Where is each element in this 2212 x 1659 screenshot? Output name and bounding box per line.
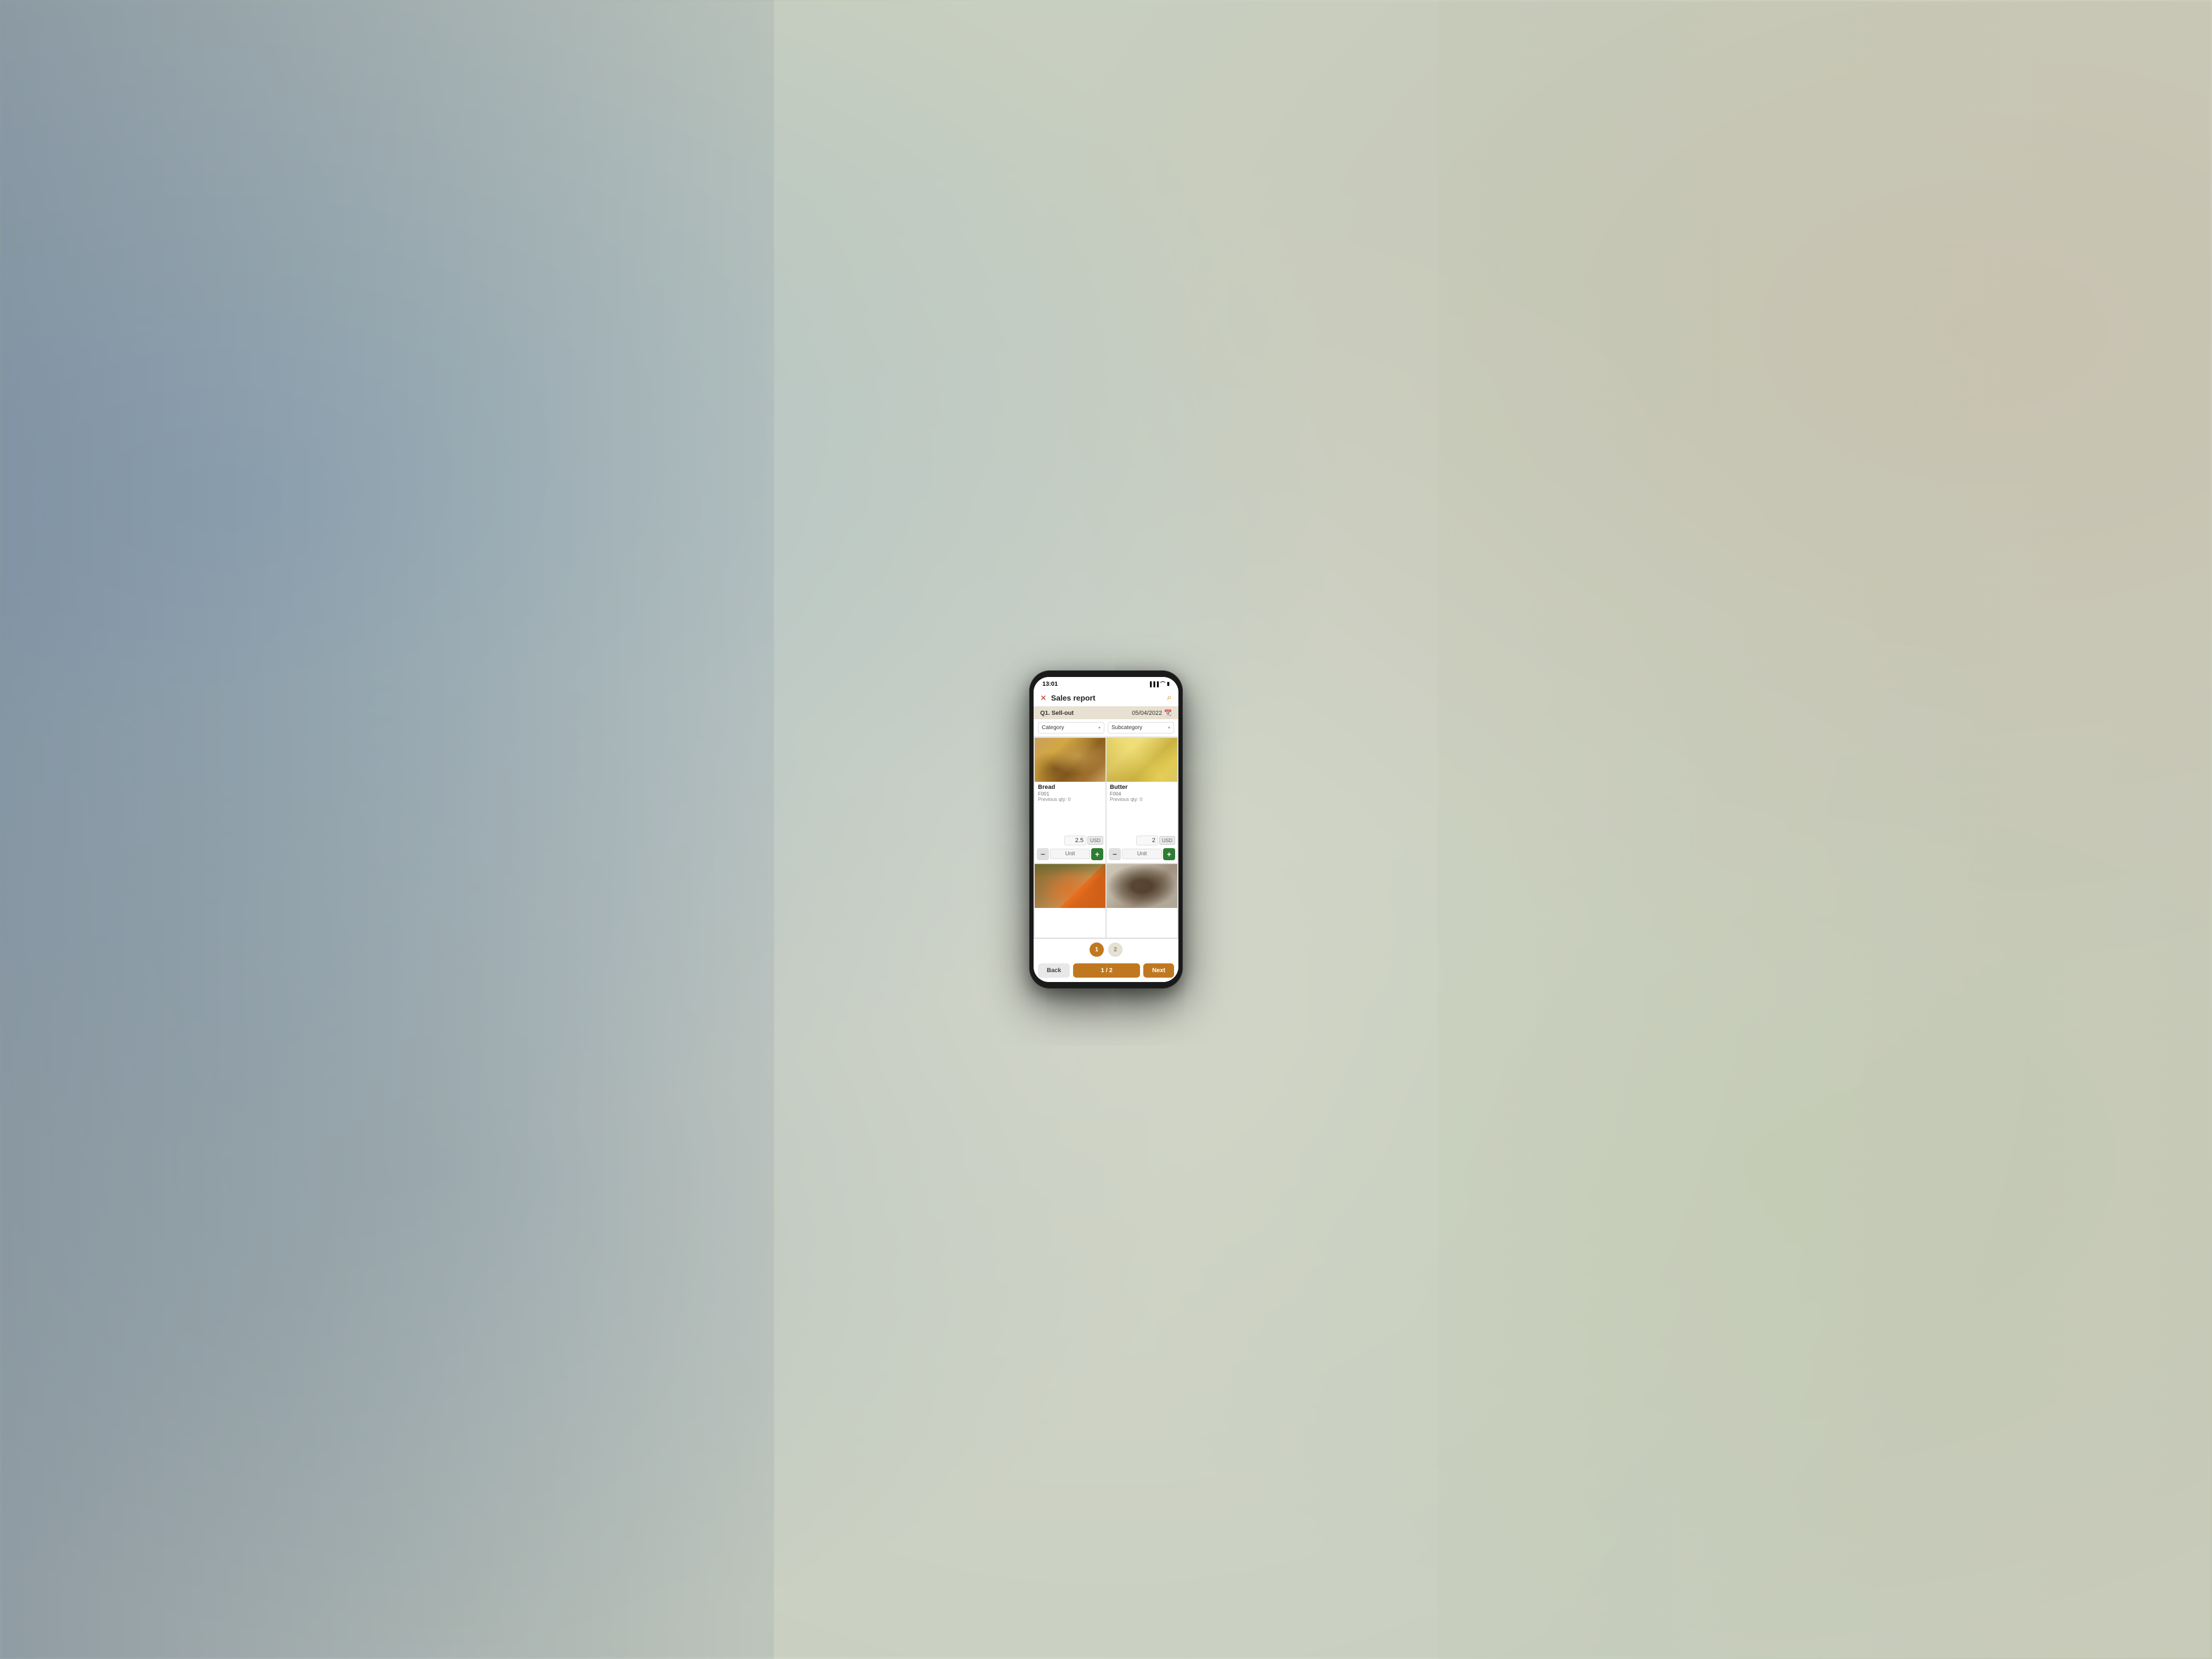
status-icons: ▐▐▐ ⌒ ▮ — [1148, 680, 1170, 687]
product-info-butter: Butter F004 Previous qty: 0 — [1107, 782, 1177, 834]
product-card-carrots — [1035, 864, 1105, 938]
coffee-image — [1107, 864, 1177, 908]
subcategory-filter[interactable]: Subcategory ▾ — [1108, 722, 1174, 733]
unit-label-butter: Unit — [1122, 849, 1162, 859]
product-name-bread: Bread — [1038, 784, 1102, 791]
product-image-coffee — [1107, 864, 1177, 908]
report-name: Q1. Sell-out — [1040, 710, 1074, 716]
product-image-butter — [1107, 738, 1177, 782]
report-date: 05/04/2022 — [1132, 710, 1162, 716]
header-left: ✕ Sales report — [1040, 693, 1096, 703]
page-indicator: 1 / 2 — [1073, 963, 1140, 978]
product-image-carrots — [1035, 864, 1105, 908]
currency-butter: USD — [1159, 836, 1175, 845]
subcategory-label: Subcategory — [1111, 725, 1142, 731]
page-dot-2[interactable]: 2 — [1108, 943, 1122, 957]
back-button[interactable]: Back — [1038, 963, 1070, 978]
butter-image — [1107, 738, 1177, 782]
unit-label-bread: Unit — [1050, 849, 1090, 859]
bottom-nav: Back 1 / 2 Next — [1034, 960, 1178, 982]
filter-bar: Category ▾ Subcategory ▾ — [1034, 719, 1178, 737]
phone-frame: 13:01 ▐▐▐ ⌒ ▮ ✕ Sales report ⌕ — [1029, 670, 1183, 989]
category-chevron: ▾ — [1098, 725, 1101, 730]
hand-container: 13:01 ▐▐▐ ⌒ ▮ ✕ Sales report ⌕ — [1029, 670, 1183, 989]
scene: 13:01 ▐▐▐ ⌒ ▮ ✕ Sales report ⌕ — [0, 0, 2212, 1659]
signal-icon: ▐▐▐ — [1148, 681, 1159, 687]
pagination: 1 2 — [1034, 939, 1178, 960]
bread-image — [1035, 738, 1105, 782]
product-grid: Bread F001 Previous qty: 0 USD − Unit + — [1034, 737, 1178, 939]
qty-minus-butter[interactable]: − — [1109, 848, 1121, 860]
close-button[interactable]: ✕ — [1040, 693, 1047, 703]
product-card-bread: Bread F001 Previous qty: 0 USD − Unit + — [1035, 738, 1105, 863]
product-card-butter: Butter F004 Previous qty: 0 USD − Unit + — [1107, 738, 1177, 863]
wifi-icon: ⌒ — [1160, 680, 1165, 687]
status-time: 13:01 — [1042, 681, 1058, 687]
currency-bread: USD — [1087, 836, 1103, 845]
app-header: ✕ Sales report ⌕ — [1034, 690, 1178, 707]
category-label: Category — [1042, 725, 1064, 731]
price-input-bread[interactable] — [1064, 836, 1086, 845]
qty-row-butter: − Unit + — [1107, 847, 1177, 863]
carrots-image — [1035, 864, 1105, 908]
qty-minus-bread[interactable]: − — [1037, 848, 1049, 860]
next-button[interactable]: Next — [1143, 963, 1174, 978]
product-image-bread — [1035, 738, 1105, 782]
product-code-bread: F001 — [1038, 791, 1102, 797]
shelf-right — [1438, 0, 2212, 1659]
product-info-bread: Bread F001 Previous qty: 0 — [1035, 782, 1105, 834]
qty-plus-bread[interactable]: + — [1091, 848, 1103, 860]
status-bar: 13:01 ▐▐▐ ⌒ ▮ — [1034, 677, 1178, 690]
product-name-butter: Butter — [1110, 784, 1174, 791]
category-filter[interactable]: Category ▾ — [1038, 722, 1104, 733]
shelf-left — [0, 0, 774, 1659]
page-dot-1[interactable]: 1 — [1090, 943, 1104, 957]
qty-plus-butter[interactable]: + — [1163, 848, 1175, 860]
price-input-butter[interactable] — [1136, 836, 1158, 845]
product-prev-qty-bread: Previous qty: 0 — [1038, 797, 1102, 802]
product-code-butter: F004 — [1110, 791, 1174, 797]
qty-row-bread: − Unit + — [1035, 847, 1105, 863]
search-button[interactable]: ⌕ — [1167, 693, 1172, 703]
product-prev-qty-butter: Previous qty: 0 — [1110, 797, 1174, 802]
product-card-coffee — [1107, 864, 1177, 938]
report-bar: Q1. Sell-out 05/04/2022 📆 — [1034, 707, 1178, 719]
app-title: Sales report — [1051, 693, 1096, 702]
price-row-bread: USD — [1035, 834, 1105, 847]
price-row-butter: USD — [1107, 834, 1177, 847]
battery-icon: ▮ — [1167, 681, 1170, 687]
phone-screen: 13:01 ▐▐▐ ⌒ ▮ ✕ Sales report ⌕ — [1034, 677, 1178, 982]
subcategory-chevron: ▾ — [1168, 725, 1170, 730]
report-date-group: 05/04/2022 📆 — [1132, 709, 1172, 716]
calendar-icon[interactable]: 📆 — [1164, 709, 1172, 716]
